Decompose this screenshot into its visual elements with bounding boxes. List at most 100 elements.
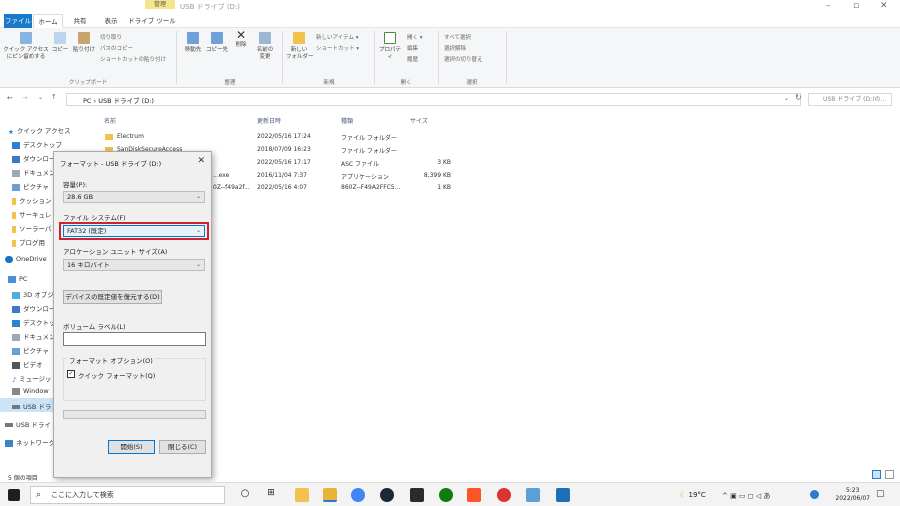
start-button[interactable]: 開始(S)	[108, 440, 155, 454]
manage-context-tab[interactable]: 管理	[145, 0, 175, 9]
tab-home[interactable]: ホーム	[33, 14, 63, 28]
security-icon[interactable]	[810, 490, 819, 499]
allocation-select[interactable]: 16 キロバイト ⌄	[63, 259, 205, 271]
file-explorer-icon[interactable]	[323, 488, 337, 502]
nav-documents[interactable]: ドキュメン	[12, 167, 56, 177]
column-name[interactable]: 名前	[104, 116, 116, 125]
copy-button[interactable]: コピー	[50, 32, 70, 54]
close-icon[interactable]: ✕	[880, 1, 888, 11]
cut-button[interactable]: 切り取り	[100, 33, 122, 41]
properties-button[interactable]: プロパティ	[377, 32, 403, 61]
close-button[interactable]: 閉じる(C)	[159, 440, 206, 454]
open-button[interactable]: 開く ▾	[407, 33, 423, 41]
nav-folder-solar[interactable]: ソーラーパ	[12, 223, 51, 233]
history-button[interactable]: 履歴	[407, 55, 418, 63]
copy-path-button[interactable]: パスのコピー	[100, 44, 133, 52]
taskbar-search-input[interactable]: ここに入力して検索	[30, 486, 225, 504]
minimize-icon[interactable]: –	[826, 1, 831, 11]
rename-button[interactable]: 名前の 変更	[254, 32, 276, 61]
quick-format-checkbox[interactable]: ✓	[67, 370, 75, 378]
tab-drive-tools[interactable]: ドライブ ツール	[128, 14, 176, 28]
nav-network[interactable]: ネットワーク	[5, 437, 55, 447]
xbox-icon[interactable]	[439, 488, 453, 502]
start-windows-icon[interactable]	[8, 489, 20, 501]
nav-onedrive[interactable]: OneDrive	[5, 255, 47, 263]
volume-label-label: ボリューム ラベル(L)	[63, 323, 126, 331]
nav-folder-cushion[interactable]: クッション	[12, 195, 52, 205]
epic-games-icon[interactable]	[410, 488, 424, 502]
address-box[interactable]: PC › USB ドライブ (D:)	[66, 93, 801, 106]
cortana-icon[interactable]: ○	[238, 488, 252, 502]
recent-chevron-icon[interactable]: ⌄	[38, 94, 43, 101]
back-arrow-icon[interactable]: ←	[7, 94, 13, 102]
shortcut-button[interactable]: ショートカット ▾	[316, 44, 359, 52]
app-icon[interactable]	[497, 488, 511, 502]
notification-icon[interactable]: ▢	[876, 489, 885, 499]
copy-to-button[interactable]: コピー先	[206, 32, 228, 54]
nav-downloads[interactable]: ダウンロー	[12, 153, 56, 163]
tab-share[interactable]: 共有	[66, 14, 94, 28]
nav-pc-documents[interactable]: ドキュメン	[12, 331, 56, 341]
file-name[interactable]: 0Z--f49a2f...	[213, 184, 250, 191]
new-item-button[interactable]: 新しいアイテム ▾	[316, 33, 358, 41]
invert-selection-button[interactable]: 選択の切り替え	[444, 55, 483, 63]
file-name[interactable]: ...exe	[213, 172, 229, 179]
nav-windows-drive[interactable]: Window	[12, 387, 49, 395]
weather-widget[interactable]: ☾ 19°C	[680, 491, 706, 499]
task-view-icon[interactable]: ⊞	[264, 488, 278, 502]
pin-quick-access-button[interactable]: クイック アクセス にピン留めする	[3, 32, 49, 61]
brave-icon[interactable]	[467, 488, 481, 502]
clock[interactable]: 5:23 2022/06/07	[835, 487, 870, 503]
new-folder-button[interactable]: 新しい フォルダー	[286, 32, 314, 61]
nav-pictures[interactable]: ピクチャ	[12, 181, 49, 191]
tab-view[interactable]: 表示	[97, 14, 125, 28]
file-size: 1 KB	[437, 184, 451, 191]
volume-label-input[interactable]	[63, 332, 206, 346]
nav-usb-drive[interactable]: USB ドライ	[5, 419, 51, 429]
nav-folder-circulator[interactable]: サーキュレ	[12, 209, 51, 219]
column-date[interactable]: 更新日時	[257, 116, 281, 125]
maximize-icon[interactable]: ▫	[853, 1, 859, 11]
tab-file[interactable]: ファイル	[4, 14, 32, 28]
nav-3d-objects[interactable]: 3D オブジ	[12, 289, 54, 299]
system-tray-icons[interactable]: ^ ▣ ▭ ◻ ◁ あ	[722, 491, 770, 501]
nav-desktop[interactable]: デスクトップ	[12, 139, 62, 149]
nav-quick-access[interactable]: ★ クイック アクセス	[8, 125, 71, 136]
format-progress-bar	[63, 410, 206, 419]
edit-button[interactable]: 編集	[407, 44, 418, 52]
search-input[interactable]: USB ドライブ (D:)の...	[808, 93, 892, 106]
paste-button[interactable]: 貼り付け	[72, 32, 96, 54]
refresh-icon[interactable]: ↻	[795, 93, 802, 102]
details-view-icon[interactable]	[872, 470, 881, 479]
restore-defaults-button[interactable]: デバイスの既定値を復元する(D)	[63, 290, 162, 304]
select-none-button[interactable]: 選択解除	[444, 44, 466, 52]
highlight-rectangle	[59, 222, 209, 240]
nav-pc-desktop[interactable]: デスクトッ	[12, 317, 56, 327]
sticky-notes-icon[interactable]	[295, 488, 309, 502]
address-dropdown-icon[interactable]: ⌄	[784, 95, 789, 102]
steam-icon[interactable]	[380, 488, 394, 502]
large-icons-view-icon[interactable]	[885, 470, 894, 479]
group-new: 新規	[323, 80, 335, 86]
nav-music[interactable]: ♪ ミュージッ	[12, 373, 52, 384]
chrome-icon[interactable]	[351, 488, 365, 502]
photos-icon[interactable]	[556, 488, 570, 502]
file-row[interactable]: Electrum	[105, 133, 144, 140]
column-size[interactable]: サイズ	[410, 116, 428, 125]
paste-shortcut-button[interactable]: ショートカットの貼り付け	[100, 55, 166, 63]
delete-button[interactable]: ✕ 削除	[232, 29, 250, 49]
dialog-close-icon[interactable]: ✕	[197, 156, 205, 166]
file-type: ファイル フォルダー	[341, 148, 397, 155]
nav-pc-downloads[interactable]: ダウンロー	[12, 303, 56, 313]
app-icon[interactable]	[526, 488, 540, 502]
capacity-select[interactable]: 28.6 GB ⌄	[63, 191, 205, 203]
up-arrow-icon[interactable]: ↑	[51, 93, 57, 101]
move-to-button[interactable]: 移動先	[182, 32, 204, 54]
nav-folder-blog[interactable]: ブログ用	[12, 237, 45, 247]
nav-videos[interactable]: ビデオ	[12, 359, 43, 369]
column-type[interactable]: 種類	[341, 116, 353, 125]
forward-arrow-icon[interactable]: →	[22, 94, 28, 102]
nav-pc[interactable]: PC	[8, 275, 27, 283]
nav-pc-pictures[interactable]: ピクチャ	[12, 345, 49, 355]
select-all-button[interactable]: すべて選択	[444, 33, 471, 41]
